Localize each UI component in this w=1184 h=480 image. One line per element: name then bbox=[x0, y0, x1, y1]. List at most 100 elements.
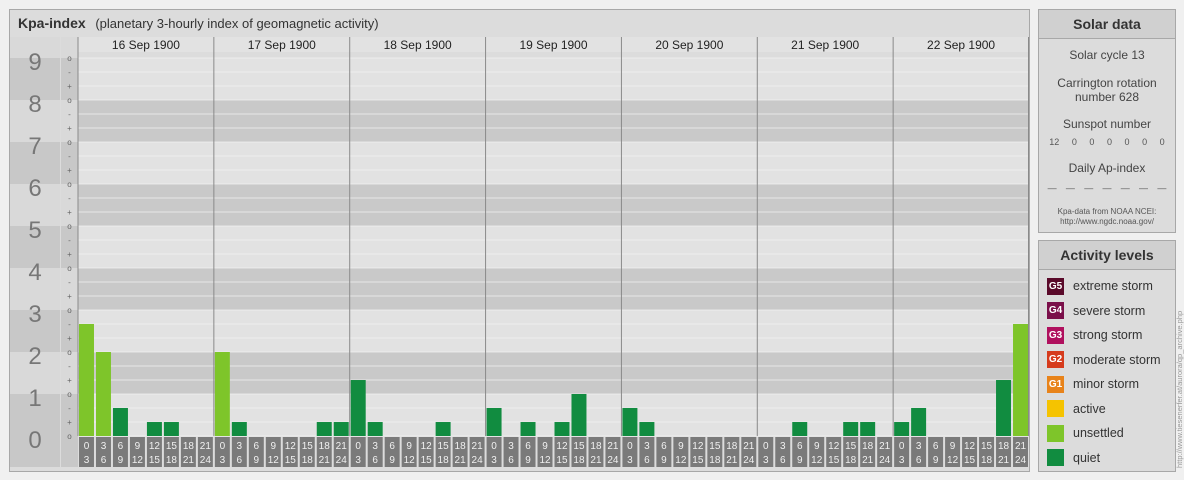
level-swatch: G4 bbox=[1047, 302, 1064, 320]
y-subtick-label: o bbox=[67, 180, 72, 189]
interval-end-label: 9 bbox=[661, 455, 667, 466]
interval-start-label: 6 bbox=[661, 441, 667, 452]
level-swatch: G3 bbox=[1047, 326, 1064, 344]
ap-value: — bbox=[1120, 183, 1130, 193]
y-subtick-label: + bbox=[67, 376, 72, 385]
y-subtick-label: + bbox=[67, 250, 72, 259]
interval-end-label: 24 bbox=[607, 455, 619, 466]
interval-end-label: 3 bbox=[899, 455, 905, 466]
interval-start-label: 18 bbox=[183, 441, 195, 452]
sunspot-value: 0 bbox=[1089, 137, 1095, 147]
level-label: moderate storm bbox=[1073, 352, 1161, 367]
kp-bar bbox=[894, 422, 910, 436]
kpa-chart: 0 o + - 1 o + - 2 o + - 3 o + - 4 o + - 5 o + - 6 o + - 7 o + - 8 o + - 9 o 16… bbox=[10, 37, 1029, 467]
sunspot-value: 0 bbox=[1124, 137, 1130, 147]
y-tick-label: 0 bbox=[28, 427, 41, 454]
y-sub-band bbox=[61, 58, 78, 100]
kp-bar bbox=[146, 422, 162, 436]
interval-end-label: 24 bbox=[336, 455, 348, 466]
ap-value: — bbox=[1157, 183, 1167, 193]
interval-start-label: 12 bbox=[964, 441, 976, 452]
interval-end-label: 12 bbox=[132, 455, 144, 466]
level-active: active bbox=[1039, 397, 1175, 422]
interval-end-label: 9 bbox=[389, 455, 395, 466]
kp-bar bbox=[622, 407, 638, 436]
day-label: 17 Sep 1900 bbox=[248, 38, 316, 52]
level-swatch: G1 bbox=[1047, 375, 1064, 393]
y-sub-band bbox=[61, 100, 78, 142]
interval-start-label: 3 bbox=[101, 441, 107, 452]
activity-levels-title: Activity levels bbox=[1039, 241, 1175, 270]
interval-end-label: 15 bbox=[556, 455, 568, 466]
solar-data-panel: Solar data Solar cycle 13 Carrington rot… bbox=[1038, 9, 1176, 233]
interval-end-label: 24 bbox=[1015, 455, 1027, 466]
ap-value: — bbox=[1102, 183, 1112, 193]
y-tick-label: 8 bbox=[28, 91, 41, 118]
sunspot-value: 12 bbox=[1049, 137, 1060, 147]
y-subtick-label: - bbox=[68, 236, 71, 245]
interval-end-label: 18 bbox=[981, 455, 993, 466]
interval-start-label: 0 bbox=[627, 441, 633, 452]
level-g3: G3 strong storm bbox=[1039, 323, 1175, 348]
interval-end-label: 15 bbox=[964, 455, 976, 466]
plot-band bbox=[78, 58, 1029, 100]
plot-band bbox=[78, 226, 1029, 268]
sunspot-label: Sunspot number bbox=[1062, 117, 1152, 131]
sunspot-value: 0 bbox=[1106, 137, 1112, 147]
level-label: severe storm bbox=[1073, 303, 1146, 318]
y-tick-label: 2 bbox=[28, 343, 41, 370]
interval-start-label: 15 bbox=[438, 441, 450, 452]
kp-bar bbox=[95, 352, 111, 436]
day-label: 16 Sep 1900 bbox=[112, 38, 180, 52]
plot-band bbox=[78, 268, 1029, 310]
y-tick-label: 1 bbox=[28, 385, 41, 412]
kp-bar bbox=[860, 422, 876, 436]
day-label: 20 Sep 1900 bbox=[655, 38, 723, 52]
kp-bar bbox=[163, 422, 179, 436]
interval-end-label: 12 bbox=[404, 455, 416, 466]
y-tick-label: 4 bbox=[28, 259, 41, 286]
interval-end-label: 12 bbox=[811, 455, 823, 466]
kp-bar bbox=[486, 407, 502, 436]
interval-start-label: 18 bbox=[319, 441, 331, 452]
interval-start-label: 15 bbox=[573, 441, 585, 452]
ap-value: — bbox=[1084, 183, 1094, 193]
solar-cycle: Solar cycle 13 bbox=[1069, 48, 1145, 62]
interval-start-label: 9 bbox=[542, 441, 548, 452]
y-subtick-label: + bbox=[67, 124, 72, 133]
interval-end-label: 21 bbox=[998, 455, 1010, 466]
interval-start-label: 18 bbox=[455, 441, 467, 452]
interval-start-label: 6 bbox=[525, 441, 531, 452]
level-label: strong storm bbox=[1073, 328, 1143, 343]
interval-start-label: 12 bbox=[285, 441, 297, 452]
interval-start-label: 12 bbox=[421, 441, 433, 452]
interval-end-label: 9 bbox=[933, 455, 939, 466]
interval-end-label: 21 bbox=[455, 455, 467, 466]
interval-end-label: 15 bbox=[828, 455, 840, 466]
interval-end-label: 3 bbox=[627, 455, 633, 466]
activity-levels-panel: Activity levels G5 extreme storm G4 severe… bbox=[1038, 240, 1176, 472]
y-subtick-label: o bbox=[67, 306, 72, 315]
y-subtick-label: o bbox=[67, 348, 72, 357]
interval-end-label: 15 bbox=[692, 455, 704, 466]
interval-end-label: 3 bbox=[220, 455, 226, 466]
ap-index-values: — — — — — — — bbox=[1039, 183, 1175, 193]
y-sub-band bbox=[61, 268, 78, 310]
interval-start-label: 9 bbox=[950, 441, 956, 452]
interval-end-label: 12 bbox=[539, 455, 551, 466]
credit-link[interactable]: http://www.ngdc.noaa.gov/ bbox=[1039, 217, 1175, 227]
interval-start-label: 21 bbox=[472, 441, 484, 452]
y-subtick-label: + bbox=[67, 208, 72, 217]
level-quiet: quiet bbox=[1039, 446, 1175, 471]
y-sub-band bbox=[61, 226, 78, 268]
plot-band bbox=[78, 100, 1029, 142]
y-subtick-label: - bbox=[68, 152, 71, 161]
interval-start-label: 0 bbox=[355, 441, 361, 452]
sunspot-value: 0 bbox=[1142, 137, 1148, 147]
interval-start-label: 21 bbox=[879, 441, 891, 452]
level-unsettled: unsettled bbox=[1039, 421, 1175, 446]
y-subtick-label: + bbox=[67, 292, 72, 301]
interval-start-label: 6 bbox=[389, 441, 395, 452]
interval-start-label: 3 bbox=[916, 441, 922, 452]
interval-start-label: 12 bbox=[149, 441, 161, 452]
